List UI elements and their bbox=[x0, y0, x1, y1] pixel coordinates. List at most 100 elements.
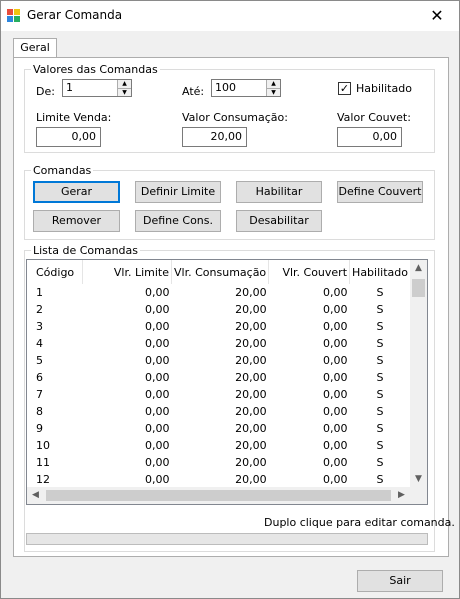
window-title: Gerar Comanda bbox=[27, 8, 123, 22]
table-row[interactable]: 2 0,00 20,00 0,00 S bbox=[27, 301, 411, 318]
column-header-habilitado[interactable]: Habilitado bbox=[349, 260, 411, 284]
cell-vlr-couvert: 0,00 bbox=[323, 303, 348, 316]
habilitar-button[interactable]: Habilitar bbox=[236, 181, 322, 203]
cell-codigo: 10 bbox=[36, 439, 50, 452]
cell-vlr-consumacao: 20,00 bbox=[235, 473, 267, 486]
cell-vlr-consumacao: 20,00 bbox=[235, 456, 267, 469]
sair-button[interactable]: Sair bbox=[357, 570, 443, 592]
cell-vlr-couvert: 0,00 bbox=[323, 439, 348, 452]
cell-vlr-consumacao: 20,00 bbox=[235, 303, 267, 316]
ate-value: 100 bbox=[215, 81, 236, 94]
horizontal-scrollbar[interactable]: ◀ ▶ bbox=[27, 487, 427, 504]
column-header-vlr-consumacao[interactable]: Vlr. Consumação bbox=[171, 260, 270, 284]
scroll-right-icon[interactable]: ▶ bbox=[393, 487, 410, 504]
vertical-scroll-thumb[interactable] bbox=[412, 279, 425, 297]
lista-legend: Lista de Comandas bbox=[33, 244, 139, 257]
define-cons-button[interactable]: Define Cons. bbox=[135, 210, 221, 232]
de-label: De: bbox=[36, 85, 55, 98]
cell-vlr-limite: 0,00 bbox=[145, 405, 170, 418]
habilitado-checkbox[interactable]: ✓ bbox=[338, 82, 351, 95]
tab-geral[interactable]: Geral bbox=[13, 38, 57, 58]
horizontal-scroll-thumb[interactable] bbox=[46, 490, 391, 501]
spinner-up-icon[interactable]: ▲ bbox=[267, 80, 280, 88]
scroll-left-icon[interactable]: ◀ bbox=[27, 487, 44, 504]
valor-consumacao-field[interactable]: 20,00 bbox=[182, 127, 247, 147]
cell-habilitado: S bbox=[376, 354, 384, 367]
table-row[interactable]: 4 0,00 20,00 0,00 S bbox=[27, 335, 411, 352]
table-row[interactable]: 8 0,00 20,00 0,00 S bbox=[27, 403, 411, 420]
de-spinner[interactable]: 1 ▲ ▼ bbox=[62, 79, 132, 97]
spinner-down-icon[interactable]: ▼ bbox=[118, 88, 131, 96]
cell-vlr-consumacao: 20,00 bbox=[235, 439, 267, 452]
ate-spinner[interactable]: 100 ▲ ▼ bbox=[211, 79, 281, 97]
table-row[interactable]: 12 0,00 20,00 0,00 S bbox=[27, 471, 411, 488]
cell-codigo: 5 bbox=[36, 354, 43, 367]
column-header-vlr-limite[interactable]: Vlr. Limite bbox=[82, 260, 173, 284]
cell-vlr-consumacao: 20,00 bbox=[235, 354, 267, 367]
define-couvert-button[interactable]: Define Couvert bbox=[337, 181, 423, 203]
cell-habilitado: S bbox=[376, 320, 384, 333]
app-icon bbox=[7, 9, 20, 22]
comandas-grid[interactable]: Código Vlr. Limite Vlr. Consumação Vlr. … bbox=[26, 259, 428, 505]
cell-habilitado: S bbox=[376, 388, 384, 401]
cell-habilitado: S bbox=[376, 439, 384, 452]
cell-habilitado: S bbox=[376, 337, 384, 350]
cell-habilitado: S bbox=[376, 405, 384, 418]
scroll-up-icon[interactable]: ▲ bbox=[410, 260, 427, 277]
table-row[interactable]: 5 0,00 20,00 0,00 S bbox=[27, 352, 411, 369]
cell-vlr-consumacao: 20,00 bbox=[235, 388, 267, 401]
cell-codigo: 4 bbox=[36, 337, 43, 350]
cell-habilitado: S bbox=[376, 303, 384, 316]
spinner-down-icon[interactable]: ▼ bbox=[267, 88, 280, 96]
definir-limite-button[interactable]: Definir Limite bbox=[135, 181, 221, 203]
desabilitar-button[interactable]: Desabilitar bbox=[236, 210, 322, 232]
table-row[interactable]: 1 0,00 20,00 0,00 S bbox=[27, 284, 411, 301]
limite-venda-label: Limite Venda: bbox=[36, 111, 112, 124]
valores-legend: Valores das Comandas bbox=[33, 63, 158, 76]
cell-habilitado: S bbox=[376, 473, 384, 486]
table-row[interactable]: 7 0,00 20,00 0,00 S bbox=[27, 386, 411, 403]
title-bar: Gerar Comanda ✕ bbox=[1, 1, 459, 31]
cell-vlr-consumacao: 20,00 bbox=[235, 337, 267, 350]
table-row[interactable]: 6 0,00 20,00 0,00 S bbox=[27, 369, 411, 386]
cell-vlr-limite: 0,00 bbox=[145, 422, 170, 435]
vertical-scrollbar[interactable]: ▲ ▼ bbox=[410, 260, 427, 488]
cell-vlr-limite: 0,00 bbox=[145, 286, 170, 299]
cell-vlr-couvert: 0,00 bbox=[323, 388, 348, 401]
cell-codigo: 12 bbox=[36, 473, 50, 486]
valor-couvet-field[interactable]: 0,00 bbox=[337, 127, 402, 147]
column-header-codigo[interactable]: Código bbox=[27, 260, 83, 284]
cell-vlr-couvert: 0,00 bbox=[323, 405, 348, 418]
column-header-vlr-couvert[interactable]: Vlr. Couvert bbox=[268, 260, 351, 284]
cell-codigo: 7 bbox=[36, 388, 43, 401]
gerar-button[interactable]: Gerar bbox=[33, 181, 120, 203]
edit-hint: Duplo clique para editar comanda. bbox=[264, 516, 455, 529]
cell-vlr-couvert: 0,00 bbox=[323, 371, 348, 384]
cell-vlr-consumacao: 20,00 bbox=[235, 422, 267, 435]
cell-vlr-couvert: 0,00 bbox=[323, 337, 348, 350]
cell-habilitado: S bbox=[376, 422, 384, 435]
cell-vlr-couvert: 0,00 bbox=[323, 473, 348, 486]
table-row[interactable]: 10 0,00 20,00 0,00 S bbox=[27, 437, 411, 454]
limite-venda-field[interactable]: 0,00 bbox=[36, 127, 101, 147]
close-button[interactable]: ✕ bbox=[415, 1, 459, 31]
cell-codigo: 8 bbox=[36, 405, 43, 418]
cell-habilitado: S bbox=[376, 371, 384, 384]
scroll-down-icon[interactable]: ▼ bbox=[410, 471, 427, 488]
remover-button[interactable]: Remover bbox=[33, 210, 120, 232]
table-row[interactable]: 11 0,00 20,00 0,00 S bbox=[27, 454, 411, 471]
cell-vlr-limite: 0,00 bbox=[145, 473, 170, 486]
cell-vlr-limite: 0,00 bbox=[145, 337, 170, 350]
cell-codigo: 11 bbox=[36, 456, 50, 469]
cell-vlr-couvert: 0,00 bbox=[323, 286, 348, 299]
cell-vlr-couvert: 0,00 bbox=[323, 320, 348, 333]
valor-couvet-label: Valor Couvet: bbox=[337, 111, 411, 124]
table-row[interactable]: 3 0,00 20,00 0,00 S bbox=[27, 318, 411, 335]
cell-vlr-couvert: 0,00 bbox=[323, 422, 348, 435]
cell-codigo: 3 bbox=[36, 320, 43, 333]
habilitado-label: Habilitado bbox=[356, 82, 412, 95]
spinner-up-icon[interactable]: ▲ bbox=[118, 80, 131, 88]
cell-habilitado: S bbox=[376, 286, 384, 299]
table-row[interactable]: 9 0,00 20,00 0,00 S bbox=[27, 420, 411, 437]
cell-vlr-couvert: 0,00 bbox=[323, 354, 348, 367]
